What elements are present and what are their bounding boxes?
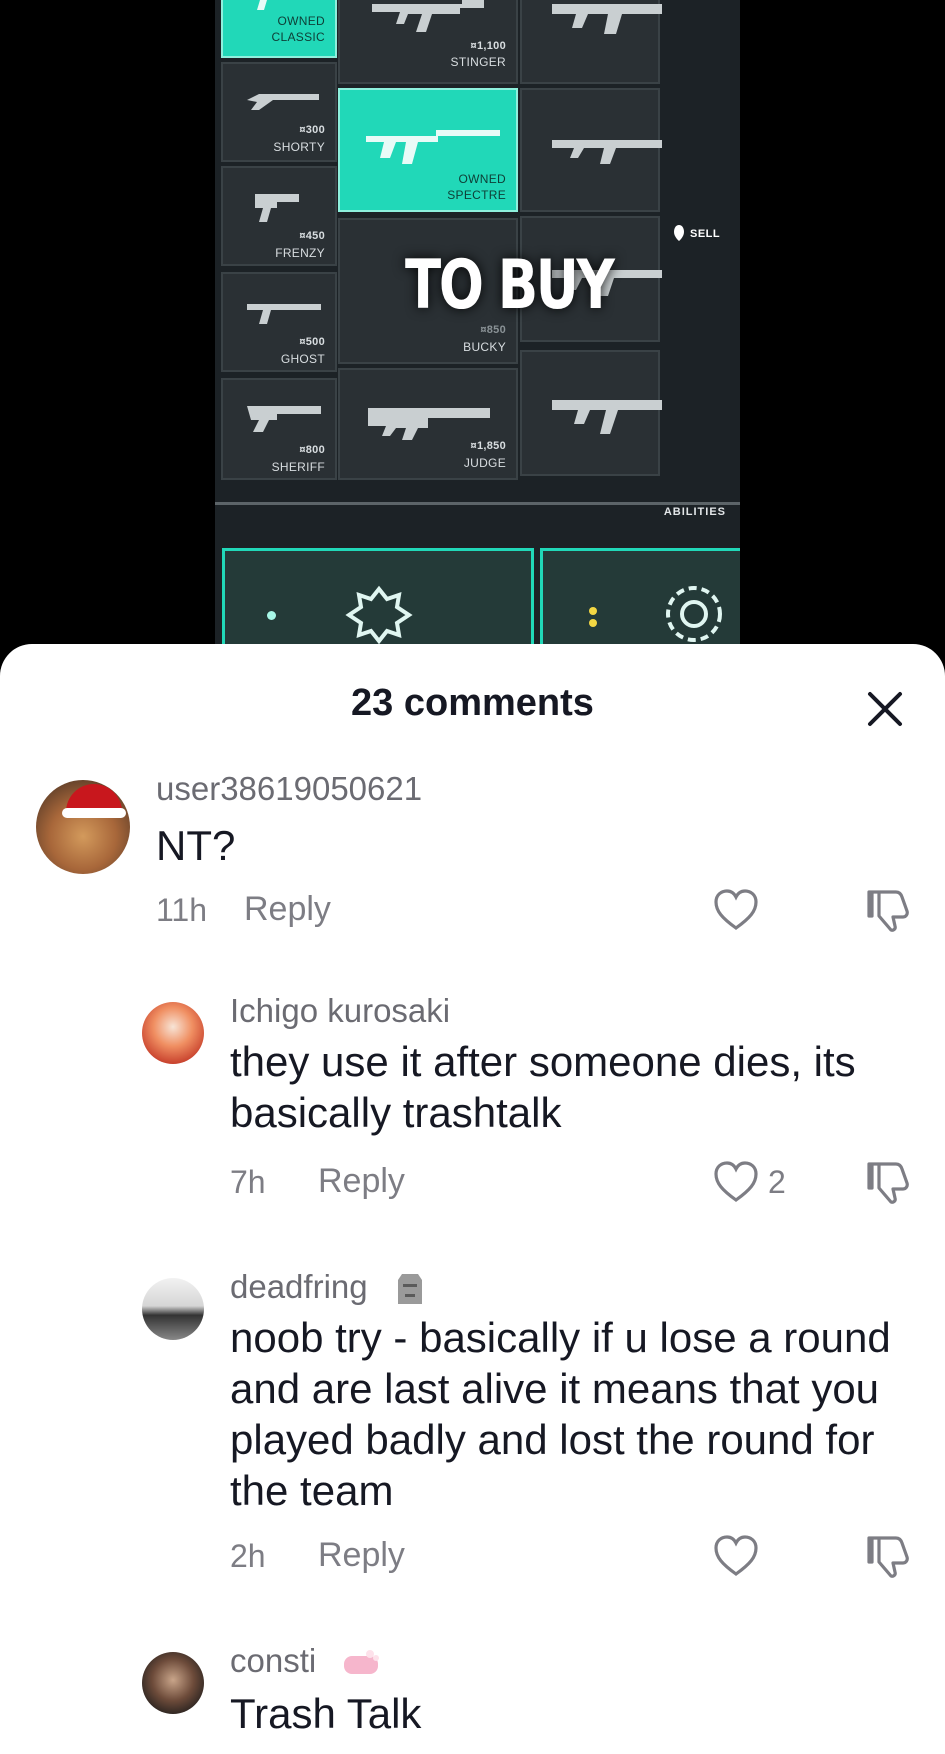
- weapon-card-frenzy: ¤450 FRENZY: [221, 166, 337, 266]
- video-caption: TO BUY: [405, 246, 615, 325]
- weapon-name: CLASSIC: [271, 30, 325, 44]
- comment-username[interactable]: Ichigo kurosaki: [230, 992, 450, 1030]
- weapon-card-ghost: ¤500 GHOST: [221, 272, 337, 372]
- charge-dot: [589, 619, 597, 627]
- weapon-price: ¤1,100: [470, 40, 506, 52]
- comment-time: 7h: [230, 1164, 266, 1200]
- comment-username[interactable]: deadfring: [230, 1268, 368, 1306]
- weapon-name: JUDGE: [463, 456, 506, 470]
- close-icon[interactable]: [862, 686, 908, 732]
- sell-label: SELL: [690, 228, 721, 240]
- weapon-card-classic: OWNED CLASSIC: [221, 0, 337, 58]
- rifle-icon: [552, 140, 662, 164]
- comment-username[interactable]: user38619050621: [156, 770, 422, 808]
- weapon-name: SHERIFF: [271, 460, 325, 474]
- weapon-card-partial-2: [520, 88, 662, 212]
- revolver-icon: [247, 406, 321, 432]
- avatar[interactable]: [142, 1278, 204, 1340]
- heart-icon[interactable]: [712, 886, 760, 934]
- divider: [215, 502, 740, 505]
- heart-icon[interactable]: [712, 1158, 760, 1206]
- weapon-name: FRENZY: [275, 246, 325, 260]
- weapon-name: SHORTY: [273, 140, 325, 154]
- sell-icon: [674, 225, 684, 241]
- thumbs-down-icon[interactable]: [864, 1532, 912, 1580]
- weapon-price: ¤500: [299, 336, 325, 348]
- santa-hat-trim: [62, 808, 126, 818]
- weapon-name: SPECTRE: [447, 188, 506, 202]
- weapon-card-sheriff: ¤800 SHERIFF: [221, 378, 337, 480]
- reply-button[interactable]: Reply: [318, 1162, 405, 1201]
- pistol-icon: [247, 304, 321, 324]
- weapon-price: ¤800: [299, 444, 325, 456]
- weapon-name: GHOST: [280, 352, 325, 366]
- weapon-card-shorty: ¤300 SHORTY: [221, 62, 337, 162]
- avatar[interactable]: [142, 1652, 204, 1714]
- weapon-card-spectre[interactable]: OWNED SPECTRE: [338, 88, 518, 212]
- abilities-label: ABILITIES: [663, 506, 726, 518]
- charge-dot: [267, 611, 276, 620]
- comments-count-title: 23 comments: [351, 682, 594, 724]
- weapon-card-partial-1: [520, 0, 662, 84]
- weapon-price: ¤850: [480, 324, 506, 336]
- weapon-card-stinger: ¤1,100 STINGER: [338, 0, 518, 84]
- thumbs-down-icon[interactable]: [864, 886, 912, 934]
- machine-pistol-icon: [255, 194, 299, 222]
- comment-username[interactable]: consti: [230, 1642, 316, 1680]
- rifle-icon: [552, 400, 662, 434]
- weapon-price: ¤450: [299, 230, 325, 242]
- avatar[interactable]: [36, 780, 130, 874]
- avatar[interactable]: [142, 1002, 204, 1064]
- comment-time: 2h: [230, 1538, 266, 1574]
- shotgun-icon: [368, 408, 490, 440]
- video-frame[interactable]: OWNED CLASSIC ¤1,100 STINGER ¤300 SHORTY…: [0, 0, 945, 660]
- comment-text: Trash Talk: [230, 1690, 422, 1737]
- charge-dot: [589, 607, 597, 615]
- weapon-name: STINGER: [450, 55, 506, 69]
- weapon-name: BUCKY: [463, 340, 506, 354]
- thumbs-down-icon[interactable]: [864, 1158, 912, 1206]
- reply-button[interactable]: Reply: [244, 890, 331, 929]
- soap-emoji: [344, 1650, 379, 1674]
- weapon-card-partial-4: [520, 350, 662, 476]
- weapon-card-judge: ¤1,850 JUDGE: [338, 368, 518, 480]
- reply-button[interactable]: Reply: [318, 1536, 405, 1575]
- like-count: 2: [768, 1164, 786, 1200]
- weapon-status: OWNED: [458, 172, 506, 186]
- comment-text: noob try - basically if u lose a round a…: [230, 1314, 891, 1514]
- game-buy-menu: OWNED CLASSIC ¤1,100 STINGER ¤300 SHORTY…: [215, 0, 740, 660]
- pistol-icon: [253, 0, 285, 10]
- rifle-icon: [552, 4, 662, 34]
- weapon-price: ¤1,850: [470, 440, 506, 452]
- comment-time: 11h: [156, 892, 208, 928]
- ability-icon: [345, 585, 413, 645]
- weapon-status: OWNED: [277, 14, 325, 28]
- smg-icon: [372, 0, 484, 32]
- comments-sheet: 23 comments user38619050621 NT? 11h Repl…: [0, 644, 945, 1754]
- moai-emoji: [398, 1274, 422, 1304]
- ability-icon: [666, 586, 722, 642]
- weapon-price: ¤300: [299, 124, 325, 136]
- smg-icon: [366, 130, 500, 164]
- comment-text: NT?: [156, 822, 236, 869]
- comment-text: they use it after someone dies, its basi…: [230, 1038, 856, 1136]
- shotgun-icon: [247, 94, 319, 110]
- heart-icon[interactable]: [712, 1532, 760, 1580]
